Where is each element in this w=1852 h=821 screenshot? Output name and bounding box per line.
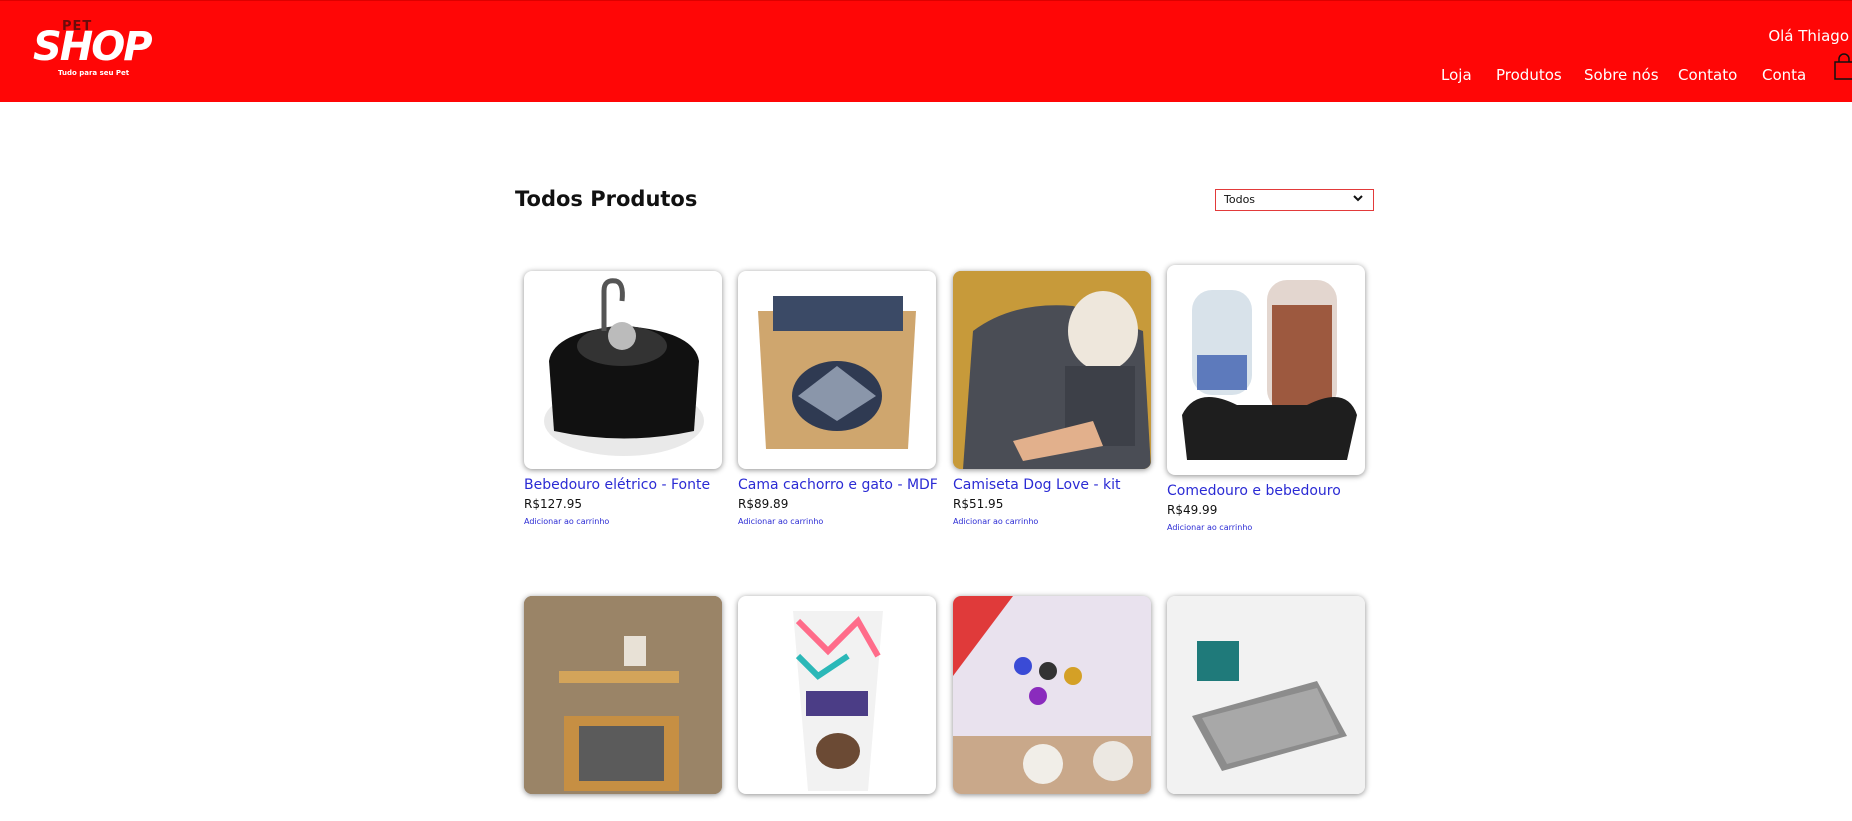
logo-shop-text: SHOP bbox=[33, 24, 153, 70]
product-image[interactable] bbox=[953, 596, 1151, 794]
product-card[interactable]: Cama cachorro e gato - MDF R$89.89 Adici… bbox=[738, 271, 938, 526]
product-card[interactable]: Bebedouro elétrico - Fonte R$127.95 Adic… bbox=[524, 271, 722, 526]
product-name[interactable]: Comedouro e bebedouro bbox=[1167, 483, 1365, 499]
product-price: R$49.99 bbox=[1167, 503, 1218, 517]
nav-produtos[interactable]: Produtos bbox=[1496, 66, 1562, 84]
product-name[interactable]: Camiseta Dog Love - kit bbox=[953, 477, 1151, 493]
add-to-cart-link[interactable]: Adicionar ao carrinho bbox=[953, 517, 1151, 526]
product-image[interactable] bbox=[1167, 265, 1365, 475]
product-price: R$51.95 bbox=[953, 497, 1004, 511]
filter-selected-value: Todos bbox=[1224, 193, 1256, 206]
product-card[interactable] bbox=[953, 596, 1151, 794]
shopping-bag-icon[interactable] bbox=[1833, 53, 1852, 81]
header-bar: PET SHOP Tudo para seu Pet Olá Thiago Lo… bbox=[0, 0, 1852, 102]
add-to-cart-link[interactable]: Adicionar ao carrinho bbox=[524, 517, 722, 526]
product-price: R$127.95 bbox=[524, 497, 582, 511]
product-image[interactable] bbox=[1167, 596, 1365, 794]
logo[interactable]: PET SHOP Tudo para seu Pet bbox=[30, 19, 153, 81]
nav-loja[interactable]: Loja bbox=[1441, 66, 1472, 84]
page-title: Todos Produtos bbox=[515, 187, 698, 211]
nav-conta[interactable]: Conta bbox=[1762, 66, 1806, 84]
product-name[interactable]: Bebedouro elétrico - Fonte bbox=[524, 477, 722, 493]
product-image[interactable] bbox=[953, 271, 1151, 469]
nav-sobre-nos[interactable]: Sobre nós bbox=[1584, 66, 1659, 84]
nav-contato[interactable]: Contato bbox=[1678, 66, 1737, 84]
product-card[interactable]: Comedouro e bebedouro R$49.99 Adicionar … bbox=[1167, 265, 1365, 532]
logo-tagline: Tudo para seu Pet bbox=[58, 69, 130, 77]
product-image[interactable] bbox=[524, 271, 722, 469]
product-image[interactable] bbox=[738, 271, 936, 469]
product-image[interactable] bbox=[738, 596, 936, 794]
product-image[interactable] bbox=[524, 596, 722, 794]
user-greeting: Olá Thiago bbox=[1768, 27, 1849, 45]
product-card[interactable] bbox=[524, 596, 722, 794]
add-to-cart-link[interactable]: Adicionar ao carrinho bbox=[1167, 523, 1365, 532]
chevron-down-icon bbox=[1353, 195, 1363, 202]
product-price: R$89.89 bbox=[738, 497, 789, 511]
category-filter-select[interactable]: Todos bbox=[1215, 189, 1374, 211]
product-card[interactable] bbox=[1167, 596, 1365, 794]
product-name[interactable]: Cama cachorro e gato - MDF bbox=[738, 477, 938, 493]
product-card[interactable]: Camiseta Dog Love - kit R$51.95 Adiciona… bbox=[953, 271, 1151, 526]
product-card[interactable] bbox=[738, 596, 936, 794]
add-to-cart-link[interactable]: Adicionar ao carrinho bbox=[738, 517, 936, 526]
